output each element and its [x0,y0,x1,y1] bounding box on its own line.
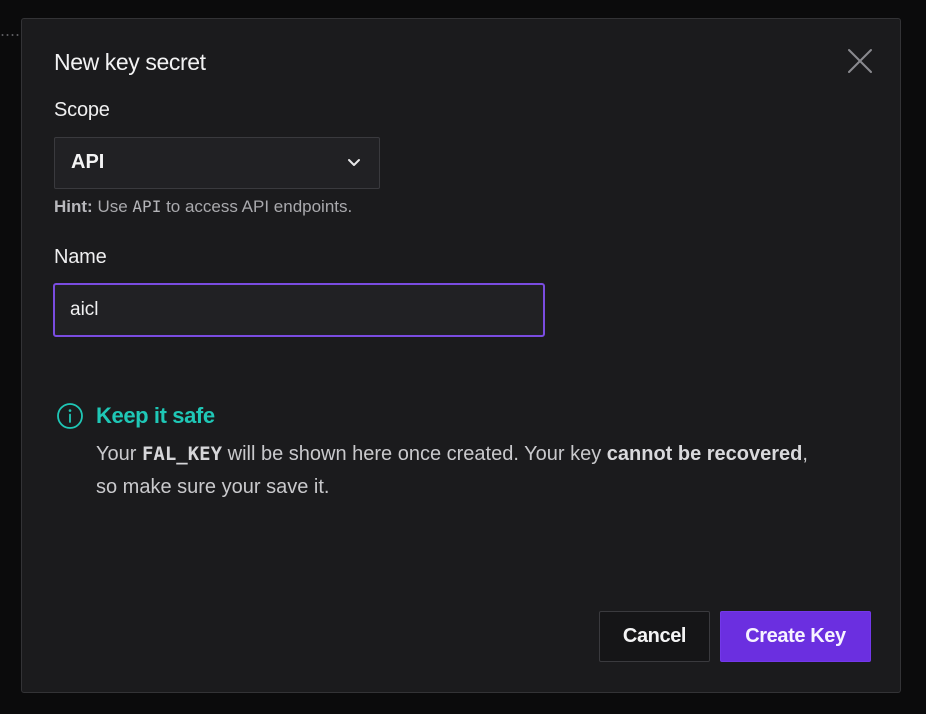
hint-code: API [132,197,162,216]
name-label: Name [54,246,107,268]
info-icon [57,403,83,429]
background-dotted-line [0,34,22,36]
notice-body: Your FAL_KEY will be shown here once cre… [96,438,816,504]
chevron-down-icon [348,159,360,166]
cancel-button[interactable]: Cancel [599,611,710,662]
notice-bold: cannot be recovered [606,443,803,465]
scope-select[interactable]: API [54,137,380,189]
hint-suffix: to access API endpoints. [166,197,353,216]
scope-selected-value: API [71,151,105,173]
create-key-button[interactable]: Create Key [720,611,871,662]
notice-text-2: will be shown here once created. Your ke… [227,443,602,465]
hint-prefix: Hint: [54,197,93,216]
new-key-dialog: New key secret Scope API Hint: Use API t… [21,18,901,693]
scope-hint: Hint: Use API to access API endpoints. [54,197,352,217]
close-icon [848,49,872,73]
notice-title: Keep it safe [96,403,215,428]
notice-text-1: Your [96,443,137,465]
dialog-title: New key secret [54,49,206,75]
hint-use: Use [97,197,128,216]
name-input[interactable] [53,283,545,337]
close-button[interactable] [846,47,874,75]
scope-label: Scope [54,99,110,121]
notice-code: FAL_KEY [141,443,223,465]
